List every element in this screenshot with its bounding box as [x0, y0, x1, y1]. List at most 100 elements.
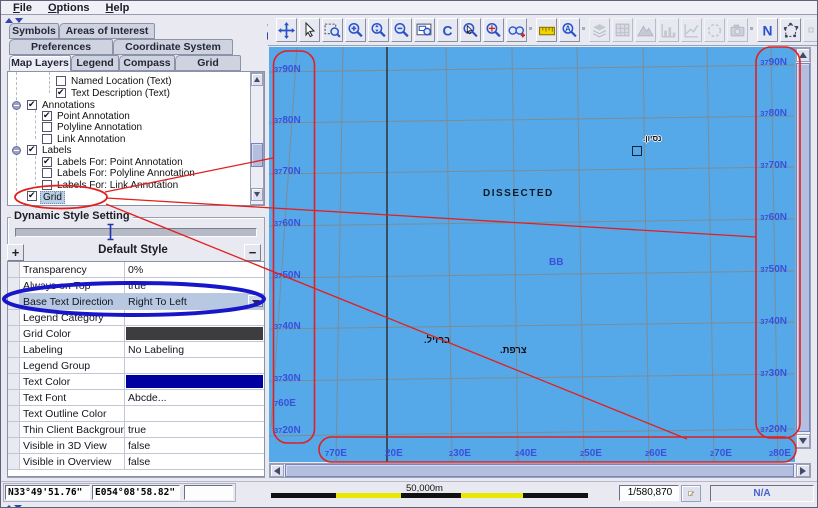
layer-checkbox[interactable]	[42, 168, 52, 178]
map-vertical-scrollbar[interactable]	[795, 47, 811, 449]
tree-item-grid[interactable]: ✔Grid	[8, 191, 248, 202]
property-row-labeling[interactable]: LabelingNo Labeling	[8, 342, 264, 358]
scroll-left-button[interactable]	[270, 464, 284, 477]
menu-options[interactable]: Options	[40, 2, 98, 14]
zoom-out-button[interactable]	[391, 18, 412, 42]
property-value[interactable]	[125, 326, 264, 341]
layer-checkbox[interactable]	[56, 76, 66, 86]
property-value[interactable]: Right To Left	[125, 294, 264, 309]
scrollbar-thumb[interactable]	[251, 143, 263, 167]
style-slider[interactable]	[15, 228, 257, 237]
menu-help[interactable]: Help	[98, 2, 138, 14]
layer-checkbox[interactable]: ✔	[42, 111, 52, 121]
scroll-down-button[interactable]	[796, 434, 810, 448]
property-row-text-font[interactable]: Text FontAbcde...	[8, 390, 264, 406]
property-row-always-on-top[interactable]: Always on Toptrue	[8, 278, 264, 294]
property-value[interactable]: 0%	[125, 262, 264, 277]
style-property-table[interactable]: Transparency0%Always on ToptrueBase Text…	[7, 261, 265, 477]
find-text-button[interactable]: A	[559, 18, 580, 42]
pan-button[interactable]	[276, 18, 297, 42]
property-row-thin-client-background[interactable]: Thin Client Backgroundtrue	[8, 422, 264, 438]
layer-checkbox[interactable]: ✔	[56, 88, 66, 98]
layer-checkbox[interactable]: ✔	[42, 157, 52, 167]
select-query-button[interactable]	[460, 18, 481, 42]
polygon-button[interactable]	[780, 18, 801, 42]
zoom-in-button[interactable]	[345, 18, 366, 42]
expand-handle-icon[interactable]	[12, 101, 21, 110]
tree-scrollbar[interactable]	[250, 72, 264, 205]
tree-item-labels-for-point-annotation[interactable]: ✔Labels For: Point Annotation	[8, 157, 248, 168]
tree-item-text-description-text-[interactable]: ✔Text Description (Text)	[8, 88, 248, 99]
expand-handle-icon[interactable]	[12, 146, 21, 155]
menu-file[interactable]: File	[5, 2, 40, 14]
zoom-window-button[interactable]	[322, 18, 343, 42]
color-swatch[interactable]	[126, 375, 263, 388]
scrollbar-thumb[interactable]	[796, 63, 810, 432]
property-value[interactable]: Abcde...	[125, 390, 264, 405]
color-swatch[interactable]	[126, 327, 263, 340]
tree-item-labels-for-link-annotation[interactable]: Labels For: Link Annotation	[8, 180, 248, 191]
property-row-transparency[interactable]: Transparency0%	[8, 262, 264, 278]
tab-preferences[interactable]: Preferences	[9, 39, 113, 55]
point-annotation-marker[interactable]	[632, 146, 642, 156]
property-row-legend-category[interactable]: Legend Category	[8, 310, 264, 326]
refresh-button[interactable]: C	[437, 18, 458, 42]
measure-button[interactable]	[536, 18, 557, 42]
property-value[interactable]	[125, 358, 264, 373]
property-value[interactable]	[125, 406, 264, 421]
tree-item-point-annotation[interactable]: ✔Point Annotation	[8, 111, 248, 122]
layer-checkbox[interactable]	[42, 134, 52, 144]
edit-scale-button[interactable]	[681, 485, 701, 502]
zoom-center-button[interactable]	[483, 18, 504, 42]
layer-checkbox[interactable]	[42, 122, 52, 132]
map-horizontal-scrollbar[interactable]	[269, 463, 811, 478]
tree-item-labels[interactable]: ✔Labels	[8, 145, 248, 156]
property-row-text-outline-color[interactable]: Text Outline Color	[8, 406, 264, 422]
scroll-down-button[interactable]	[251, 188, 263, 201]
tab-compass[interactable]: Compass	[119, 55, 175, 71]
property-value[interactable]: false	[125, 438, 264, 453]
find-button[interactable]	[506, 18, 527, 42]
overview-window-button[interactable]	[414, 18, 435, 42]
map-view[interactable]: 3790N3780N3770N3760N3750N3740N3730N760E3…	[269, 47, 795, 462]
select-button[interactable]	[299, 18, 320, 42]
scrollbar-thumb[interactable]	[285, 464, 794, 477]
property-value[interactable]: true	[125, 278, 264, 293]
tree-item-named-location-text-[interactable]: Named Location (Text)	[8, 76, 248, 87]
property-value[interactable]: false	[125, 454, 264, 469]
scroll-up-button[interactable]	[251, 73, 263, 86]
layer-checkbox[interactable]: ✔	[27, 191, 37, 201]
combo-dropdown-button[interactable]	[248, 295, 263, 307]
property-value[interactable]: true	[125, 422, 264, 437]
grid-line	[512, 47, 518, 462]
layers-button	[589, 18, 610, 42]
property-row-visible-in-overview[interactable]: Visible in Overviewfalse	[8, 454, 264, 470]
tab-coordinate-system[interactable]: Coordinate System	[113, 39, 233, 55]
property-row-text-color[interactable]: Text Color	[8, 374, 264, 390]
scroll-up-button[interactable]	[796, 48, 810, 62]
tab-symbols[interactable]: Symbols	[9, 23, 59, 39]
tab-grid-settings[interactable]: Grid Settings	[175, 55, 241, 71]
tree-item-labels-for-polyline-annotation[interactable]: Labels For: Polyline Annotation	[8, 168, 248, 179]
tab-areas-of-interest[interactable]: Areas of Interest	[59, 23, 155, 39]
tab-map-layers[interactable]: Map Layers	[9, 55, 71, 71]
tree-item-link-annotation[interactable]: Link Annotation	[8, 134, 248, 145]
property-value[interactable]	[125, 374, 264, 389]
tab-legend[interactable]: Legend	[71, 55, 119, 71]
layer-checkbox[interactable]: ✔	[27, 100, 37, 110]
remove-style-button[interactable]: −	[244, 244, 261, 261]
property-row-base-text-direction[interactable]: Base Text DirectionRight To Left	[8, 294, 264, 310]
layer-checkbox[interactable]: ✔	[27, 145, 37, 155]
tree-item-polyline-annotation[interactable]: Polyline Annotation	[8, 122, 248, 133]
north-arrow-button[interactable]: N	[757, 18, 778, 42]
property-row-visible-in-3d-view[interactable]: Visible in 3D Viewfalse	[8, 438, 264, 454]
scroll-right-button[interactable]	[796, 464, 810, 477]
map-layers-tree[interactable]: Named Location (Text)✔Text Description (…	[7, 71, 265, 206]
add-style-button[interactable]: +	[7, 244, 24, 261]
property-value[interactable]	[125, 310, 264, 325]
property-row-grid-color[interactable]: Grid Color	[8, 326, 264, 342]
layer-checkbox[interactable]	[42, 180, 52, 190]
property-value[interactable]: No Labeling	[125, 342, 264, 357]
zoom-stretch-button[interactable]	[368, 18, 389, 42]
property-row-legend-group[interactable]: Legend Group	[8, 358, 264, 374]
